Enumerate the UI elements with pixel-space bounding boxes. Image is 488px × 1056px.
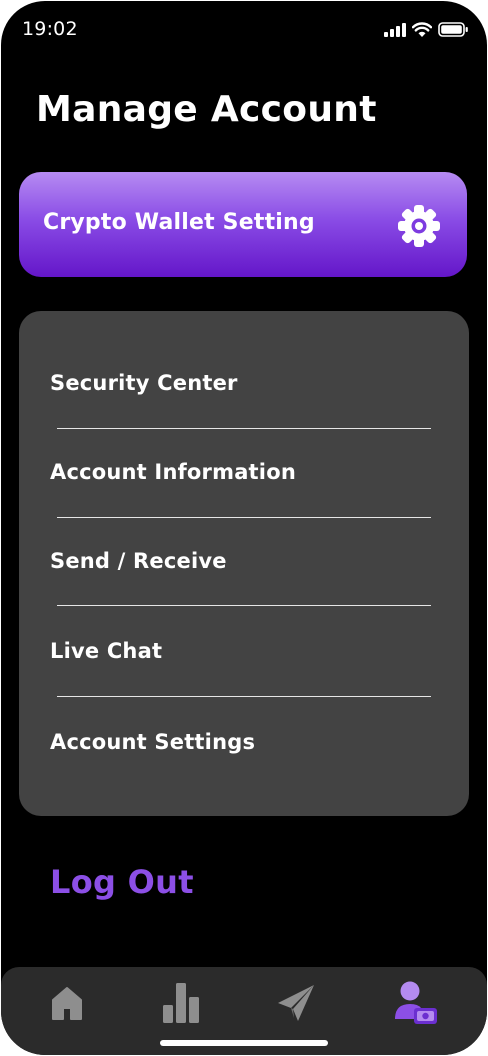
menu-divider <box>57 605 431 606</box>
home-indicator <box>160 1040 328 1046</box>
account-menu: Security Center Account Information Send… <box>19 311 469 816</box>
gear-icon <box>398 205 440 247</box>
wifi-icon <box>412 22 432 37</box>
signal-icon <box>384 22 406 37</box>
tab-home[interactable] <box>37 967 97 1039</box>
menu-item-live-chat[interactable]: Live Chat <box>50 639 162 663</box>
send-icon <box>278 985 314 1021</box>
menu-divider <box>57 696 431 697</box>
status-bar: 19:02 <box>1 1 487 61</box>
bar-chart-icon <box>163 983 199 1023</box>
menu-item-account-information[interactable]: Account Information <box>50 460 296 484</box>
home-icon <box>52 987 82 1020</box>
tab-stats[interactable] <box>151 967 211 1039</box>
phone-screen: 19:02 Manage Account Crypto Wallet Setti… <box>1 1 487 1055</box>
menu-divider <box>57 428 431 429</box>
battery-icon <box>438 22 468 37</box>
status-time: 19:02 <box>22 18 78 40</box>
menu-item-account-settings[interactable]: Account Settings <box>50 730 255 754</box>
page-title: Manage Account <box>36 89 377 130</box>
account-wallet-icon <box>395 981 437 1024</box>
crypto-wallet-setting-label: Crypto Wallet Setting <box>43 210 315 235</box>
log-out-button[interactable]: Log Out <box>50 863 194 901</box>
menu-divider <box>57 517 431 518</box>
menu-item-send-receive[interactable]: Send / Receive <box>50 549 227 573</box>
tab-account[interactable] <box>386 967 446 1039</box>
tab-send[interactable] <box>266 967 326 1039</box>
menu-item-security-center[interactable]: Security Center <box>50 371 238 395</box>
crypto-wallet-setting-button[interactable]: Crypto Wallet Setting <box>19 172 467 277</box>
status-icons <box>384 22 469 37</box>
